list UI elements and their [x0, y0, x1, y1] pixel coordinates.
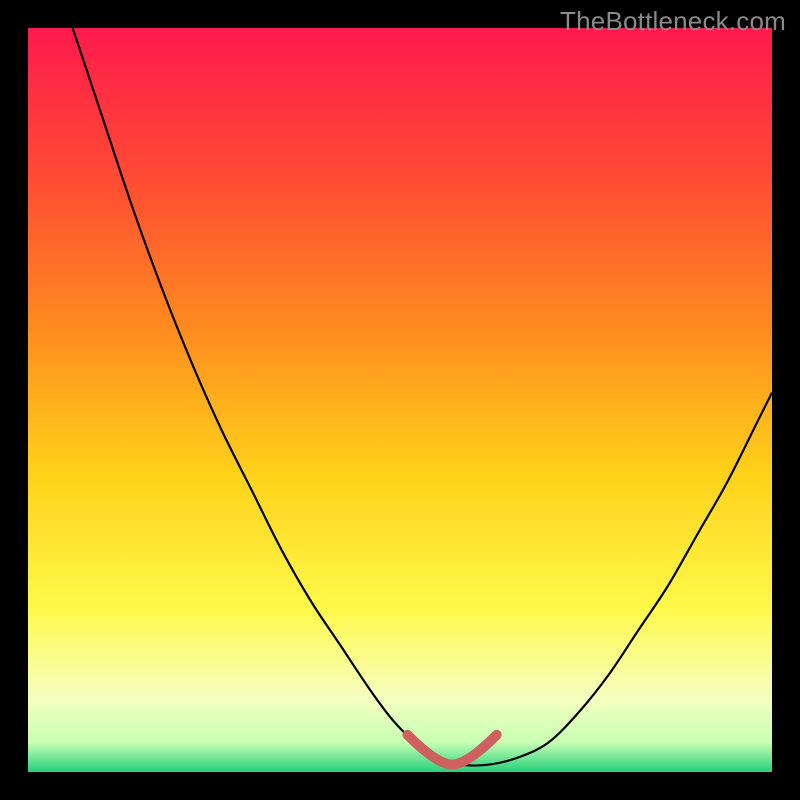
gradient-background: [28, 28, 772, 772]
plot-area: [28, 28, 772, 772]
attribution-label: TheBottleneck.com: [560, 6, 786, 37]
bottleneck-chart: [28, 28, 772, 772]
chart-container: TheBottleneck.com: [0, 0, 800, 800]
